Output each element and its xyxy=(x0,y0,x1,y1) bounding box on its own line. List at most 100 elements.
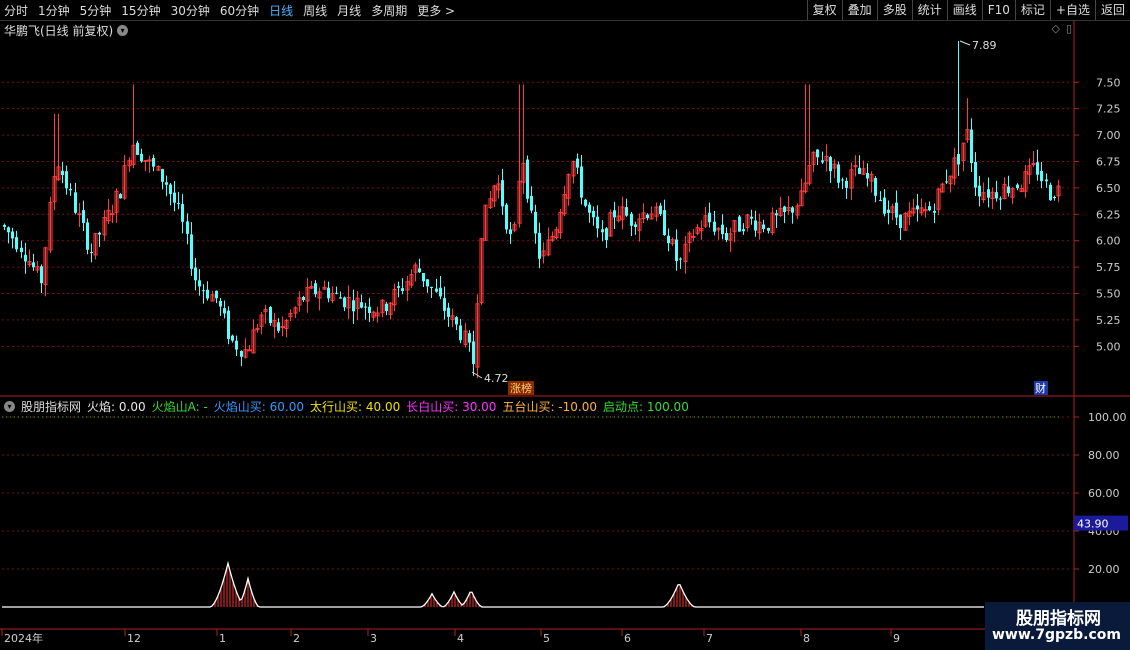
candle-body xyxy=(69,188,72,191)
candle-body xyxy=(974,161,977,188)
candle-body xyxy=(430,286,433,288)
candle-body xyxy=(663,210,666,236)
price-tick-label: 7.50 xyxy=(1096,76,1121,89)
candle-body xyxy=(368,306,371,314)
candle-body xyxy=(86,222,89,250)
indicator-legend-item: 五台山买: -10.00 xyxy=(502,400,597,414)
low-price-label: 4.72 xyxy=(484,372,509,385)
candle-body xyxy=(227,310,230,339)
candle-body xyxy=(538,232,541,259)
candle-body xyxy=(223,308,226,314)
watermark-title: 股朋指标网 xyxy=(1016,609,1101,629)
candle-body xyxy=(152,158,155,167)
candle-body xyxy=(725,232,728,240)
indicator-name: 股朋指标网 xyxy=(21,400,82,414)
candle-body xyxy=(401,288,404,291)
candle-body xyxy=(397,286,400,288)
current-value-label: 43.90 xyxy=(1077,518,1109,531)
candle-body xyxy=(887,209,890,213)
candle-body xyxy=(206,289,209,299)
candle-body xyxy=(235,340,238,350)
indicator-legend: ▾ 股朋指标网 火焰: 0.00 火焰山A: - 火焰山买: 60.00 太行山买: … xyxy=(4,398,689,415)
candle-body xyxy=(98,232,101,235)
candle-body xyxy=(161,169,164,182)
candle-body xyxy=(186,221,189,234)
candle-body xyxy=(879,199,882,201)
candle-body xyxy=(691,235,696,238)
chevron-down-icon[interactable]: ▾ xyxy=(4,401,15,412)
candle-body xyxy=(837,164,840,183)
candle-body xyxy=(269,307,272,324)
candle-body xyxy=(829,157,832,172)
candle-body xyxy=(945,181,948,183)
candle-body xyxy=(874,178,877,196)
candle-body xyxy=(277,322,280,331)
candle-body xyxy=(576,158,579,168)
indicator-legend-item: 长白山买: 30.00 xyxy=(406,400,497,414)
candle-body xyxy=(816,149,819,158)
x-tick-label: 4 xyxy=(457,632,464,645)
indicator-tick-label: 100.00 xyxy=(1088,411,1127,424)
candle-body xyxy=(916,205,919,210)
x-tick-label: 1 xyxy=(219,632,226,645)
candle-body xyxy=(821,160,824,163)
x-tick-label: 12 xyxy=(127,632,141,645)
candle-body xyxy=(385,303,388,312)
candle-body xyxy=(74,192,77,213)
candle-body xyxy=(215,290,218,299)
candle-body xyxy=(1016,184,1019,189)
candle-body xyxy=(526,159,529,199)
candle-body xyxy=(708,212,711,223)
price-tick-label: 5.00 xyxy=(1096,340,1121,353)
candle-body xyxy=(231,335,234,341)
candle-body xyxy=(721,224,724,235)
candle-body xyxy=(713,221,716,232)
candle-body xyxy=(327,287,330,299)
candle-body xyxy=(459,325,462,341)
candle-body xyxy=(40,266,43,284)
candlestick-series xyxy=(3,41,1061,379)
candle-body xyxy=(646,214,649,219)
candle-body xyxy=(143,160,148,163)
candle-body xyxy=(360,302,363,308)
candle-body xyxy=(119,194,122,199)
candle-body xyxy=(20,247,23,253)
candle-body xyxy=(995,192,998,199)
candle-body xyxy=(1031,162,1036,165)
x-tick-label: 9 xyxy=(893,632,900,645)
candle-body xyxy=(90,252,93,254)
candle-body xyxy=(999,198,1002,200)
price-tick-label: 5.50 xyxy=(1096,288,1121,301)
candle-body xyxy=(750,216,753,219)
chart-canvas[interactable]: 7.50 7.25 7.00 6.75 6.50 6.25 6.00 5.75 5.50 5.25… xyxy=(0,0,1130,650)
high-price-label: 7.89 xyxy=(972,39,997,52)
price-tick-label: 6.00 xyxy=(1096,235,1121,248)
candle-body xyxy=(534,211,537,234)
candle-body xyxy=(742,229,745,232)
price-tick-label: 5.25 xyxy=(1096,314,1121,327)
candle-body xyxy=(679,258,682,260)
candle-body xyxy=(675,239,678,262)
candle-body xyxy=(613,210,616,218)
candle-body xyxy=(928,206,931,211)
price-tick-label: 6.75 xyxy=(1096,155,1121,168)
x-tick-label: 2024年 xyxy=(4,631,43,645)
candle-body xyxy=(584,199,587,206)
candle-body xyxy=(3,224,6,227)
candle-body xyxy=(1045,179,1048,182)
indicator-legend-item: 火焰山买: 60.00 xyxy=(213,400,304,414)
indicator-legend-item: 启动点: 100.00 xyxy=(602,400,689,414)
indicator-tick-label: 20.00 xyxy=(1088,563,1120,576)
candle-body xyxy=(596,216,599,229)
candle-body xyxy=(762,224,765,229)
candle-body xyxy=(530,195,533,211)
indicator-legend-item: 火焰: 0.00 xyxy=(87,400,146,414)
high-marker-line xyxy=(959,40,971,46)
candle-body xyxy=(65,171,68,189)
x-tick-label: 6 xyxy=(624,632,631,645)
candle-body xyxy=(169,184,172,194)
candle-body xyxy=(422,273,425,282)
candle-body xyxy=(957,154,960,165)
zt-badge: 涨榜 xyxy=(510,381,532,395)
candle-body xyxy=(302,296,305,301)
